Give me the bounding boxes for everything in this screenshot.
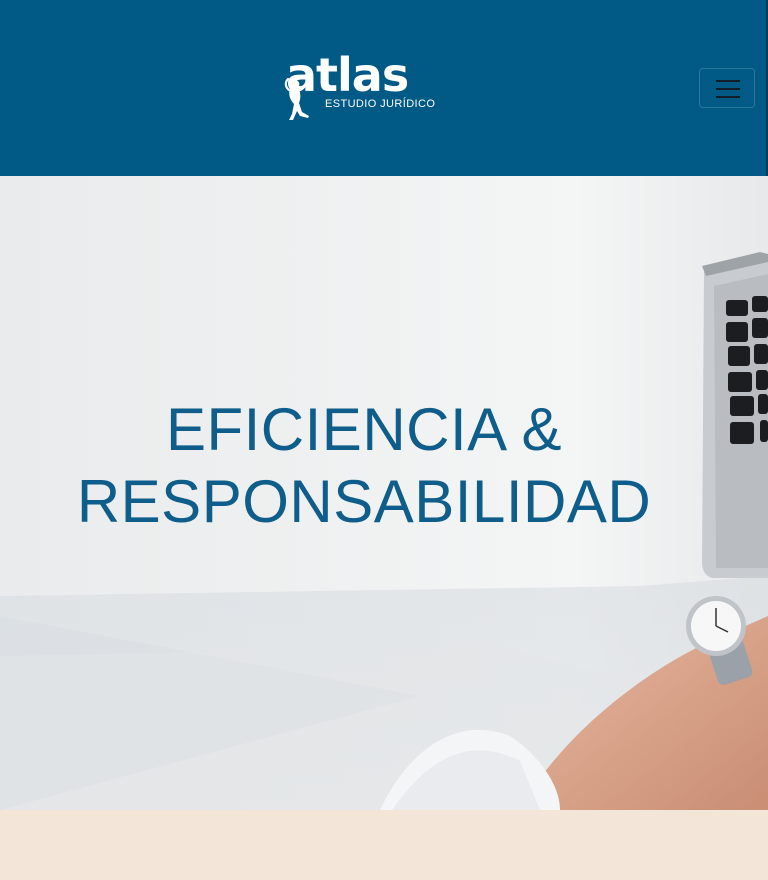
hamburger-menu-icon-bar (716, 96, 740, 98)
logo-wordmark: atlas (286, 48, 409, 102)
hamburger-menu-icon-bar (716, 88, 740, 90)
next-section (0, 810, 768, 880)
site-header: atlas ESTUDIO JURÍDICO (0, 0, 768, 176)
hero-banner: EFICIENCIA & RESPONSABILIDAD (0, 176, 768, 810)
hero-title-line-2: RESPONSABILIDAD (76, 468, 652, 535)
hamburger-menu-icon (716, 80, 740, 82)
site-logo[interactable]: atlas ESTUDIO JURÍDICO (280, 52, 440, 124)
hero-title: EFICIENCIA & RESPONSABILIDAD (0, 394, 728, 538)
menu-toggle-button[interactable] (699, 68, 755, 108)
hero-title-line-1: EFICIENCIA & (165, 396, 563, 463)
logo-tagline: ESTUDIO JURÍDICO (325, 98, 436, 110)
